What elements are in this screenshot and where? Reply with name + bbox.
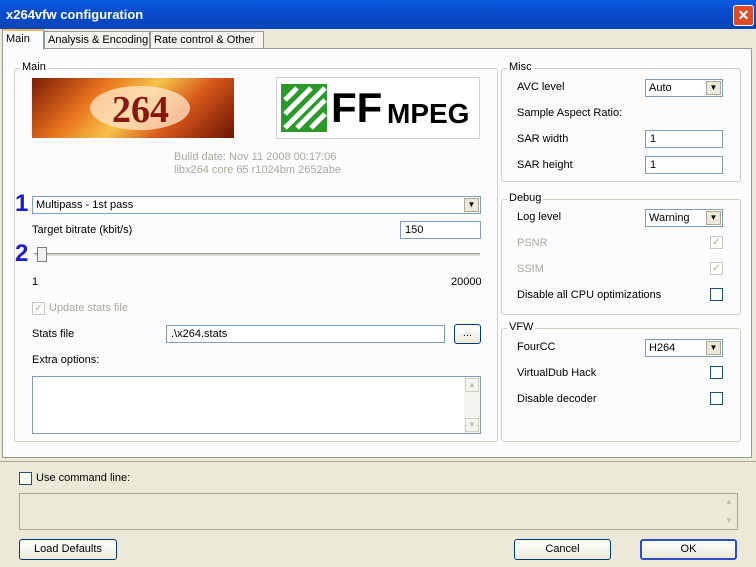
annotation-1: 1 xyxy=(15,190,29,217)
avc-level-label: AVC level xyxy=(517,81,565,93)
sar-height-value: 1 xyxy=(650,159,657,171)
scroll-up-icon[interactable]: ▲ xyxy=(722,495,736,509)
debug-group-label: Debug xyxy=(507,192,544,204)
chevron-down-icon[interactable]: ▼ xyxy=(706,81,721,95)
window-title: x264vfw configuration xyxy=(6,7,144,22)
virtualdub-hack-label: VirtualDub Hack xyxy=(517,367,597,379)
ok-button[interactable]: OK xyxy=(640,539,737,560)
disable-cpu-label: Disable all CPU optimizations xyxy=(517,289,662,301)
update-stats-label: Update stats file xyxy=(49,302,128,314)
build-date: Build date: Nov 11 2008 00:17:06 xyxy=(174,151,337,163)
slider-min-label: 1 xyxy=(32,276,39,288)
disable-decoder-checkbox[interactable] xyxy=(710,392,723,405)
encoding-mode-select[interactable]: Multipass - 1st pass ▼ xyxy=(32,196,481,214)
encoding-mode-value: Multipass - 1st pass xyxy=(36,199,134,211)
tab-analysis-encoding-label: Analysis & Encoding xyxy=(48,34,149,46)
cancel-button[interactable]: Cancel xyxy=(514,539,611,560)
update-stats-checkbox[interactable]: ✓ xyxy=(32,302,45,315)
load-defaults-button[interactable]: Load Defaults xyxy=(19,539,117,560)
ssim-checkbox[interactable]: ✓ xyxy=(710,262,723,275)
disable-cpu-checkbox[interactable] xyxy=(710,288,723,301)
target-bitrate-label: Target bitrate (kbit/s) xyxy=(32,224,133,236)
use-command-line-checkbox[interactable] xyxy=(19,472,32,485)
x264-logo-text: 264 xyxy=(112,89,169,131)
sar-height-input[interactable]: 1 xyxy=(645,156,723,174)
scroll-down-icon[interactable]: ▼ xyxy=(722,514,736,528)
extra-options-textarea[interactable]: ▲ ▼ xyxy=(32,376,481,434)
use-command-line-label: Use command line: xyxy=(36,472,131,484)
sar-height-label: SAR height xyxy=(517,159,573,171)
tab-main[interactable]: Main xyxy=(2,29,44,50)
close-icon: ✕ xyxy=(737,7,750,23)
annotation-2: 2 xyxy=(15,240,29,267)
misc-group-label: Misc xyxy=(507,61,534,73)
avc-level-value: Auto xyxy=(649,82,672,94)
scroll-up-icon[interactable]: ▲ xyxy=(465,378,479,392)
tab-analysis-encoding[interactable]: Analysis & Encoding xyxy=(44,31,150,48)
tab-rate-control-label: Rate control & Other xyxy=(154,34,255,46)
target-bitrate-value: 150 xyxy=(405,224,424,236)
bitrate-slider[interactable] xyxy=(34,246,480,264)
log-level-select[interactable]: Warning ▼ xyxy=(645,209,723,227)
x264-logo: 264 xyxy=(32,78,234,138)
target-bitrate-input[interactable]: 150 xyxy=(400,221,481,239)
sar-label: Sample Aspect Ratio: xyxy=(517,107,623,119)
extra-options-scrollbar[interactable]: ▲ ▼ xyxy=(464,377,480,433)
ffmpeg-logo-mark xyxy=(281,84,327,132)
slider-thumb[interactable] xyxy=(37,247,47,262)
ffmpeg-logo: FF MPEG xyxy=(276,77,480,139)
extra-options-label: Extra options: xyxy=(32,354,100,366)
chevron-down-icon[interactable]: ▼ xyxy=(706,211,721,225)
check-icon: ✓ xyxy=(34,303,43,314)
fourcc-label: FourCC xyxy=(517,341,556,353)
scroll-down-icon[interactable]: ▼ xyxy=(465,418,479,432)
sar-width-input[interactable]: 1 xyxy=(645,130,723,148)
log-level-label: Log level xyxy=(517,211,562,223)
sar-width-value: 1 xyxy=(650,133,657,145)
check-icon: ✓ xyxy=(712,237,721,248)
tab-main-label: Main xyxy=(6,33,30,45)
bottom-divider xyxy=(0,461,756,462)
command-line-textarea[interactable]: ▲ ▼ xyxy=(19,493,738,530)
psnr-checkbox[interactable]: ✓ xyxy=(710,236,723,249)
close-button[interactable]: ✕ xyxy=(733,5,754,26)
log-level-value: Warning xyxy=(649,212,690,224)
stats-file-input[interactable]: .\x264.stats xyxy=(166,325,445,343)
chevron-down-icon[interactable]: ▼ xyxy=(464,198,479,212)
virtualdub-hack-checkbox[interactable] xyxy=(710,366,723,379)
chevron-down-icon[interactable]: ▼ xyxy=(706,341,721,355)
avc-level-select[interactable]: Auto ▼ xyxy=(645,79,723,97)
stats-file-label: Stats file xyxy=(32,328,75,340)
fourcc-select[interactable]: H264 ▼ xyxy=(645,339,723,357)
core-info: libx264 core 65 r1024bm 2652abe xyxy=(174,164,341,176)
vfw-group-label: VFW xyxy=(507,321,536,333)
psnr-label: PSNR xyxy=(517,237,548,249)
stats-file-value: .\x264.stats xyxy=(171,328,228,340)
ffmpeg-logo-text-big: FF xyxy=(331,84,383,131)
fourcc-value: H264 xyxy=(649,342,676,354)
browse-button[interactable]: ... xyxy=(454,324,481,344)
sar-width-label: SAR width xyxy=(517,133,569,145)
slider-track xyxy=(34,253,480,257)
main-group-label: Main xyxy=(20,61,48,73)
ffmpeg-logo-text-small: MPEG xyxy=(387,98,470,129)
tab-rate-control[interactable]: Rate control & Other xyxy=(150,31,264,48)
ssim-label: SSIM xyxy=(517,263,544,275)
slider-max-label: 20000 xyxy=(451,276,482,288)
disable-decoder-label: Disable decoder xyxy=(517,393,597,405)
check-icon: ✓ xyxy=(712,263,721,274)
